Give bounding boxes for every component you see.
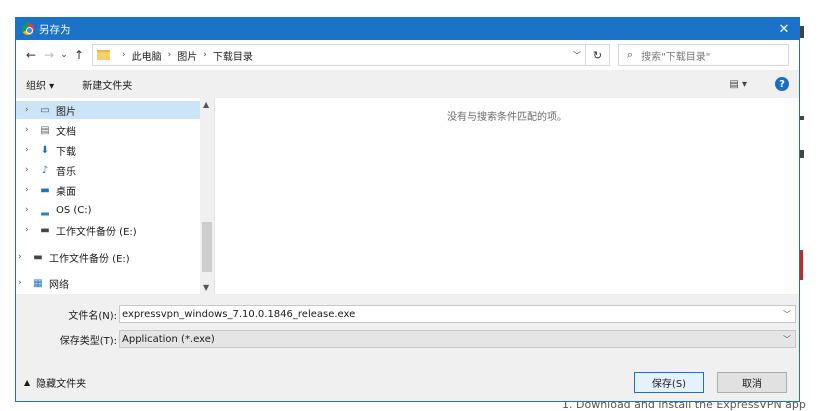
up-arrow-icon[interactable]: ↑	[70, 48, 88, 62]
tree-item-music[interactable]: › ♪ 音乐	[16, 161, 76, 179]
recent-locations-icon[interactable]: ⌄	[58, 50, 70, 60]
drive-icon: ▬	[33, 251, 43, 263]
chevron-down-icon[interactable]: ﹀	[573, 50, 581, 61]
close-button[interactable]: ✕	[769, 18, 799, 40]
chevron-right-icon[interactable]: ›	[25, 225, 35, 235]
empty-message: 没有与搜索条件匹配的项。	[447, 112, 567, 123]
tree-item-drive-e[interactable]: › ▬ 工作文件备份 (E:)	[16, 248, 130, 266]
organize-button[interactable]: 组织 ▾	[26, 77, 54, 92]
view-options-button[interactable]: ▤ ▾	[729, 79, 747, 90]
filename-input[interactable]: expressvpn_windows_7.10.0.1846_release.e…	[119, 305, 796, 323]
scrollbar-thumb[interactable]	[202, 222, 212, 272]
tree-item-network[interactable]: › ▦ 网络	[16, 274, 69, 292]
chevron-right-icon[interactable]: ›	[122, 50, 126, 60]
title-bar[interactable]: 另存为 ✕	[16, 18, 799, 40]
dialog-title: 另存为	[39, 23, 71, 36]
drive-icon: ▂	[41, 204, 49, 216]
forward-arrow-icon[interactable]: →	[40, 48, 58, 62]
tree-item-label: 工作文件备份 (E:)	[56, 226, 137, 238]
tree-scrollbar[interactable]: ▲ ▼	[200, 98, 214, 294]
filename-value: expressvpn_windows_7.10.0.1846_release.e…	[122, 308, 356, 320]
search-icon: ⌕	[627, 48, 634, 61]
tree-item-desktop[interactable]: › ▬ 桌面	[16, 181, 76, 199]
toolbar: 组织 ▾ 新建文件夹 ▤ ▾ ?	[16, 70, 799, 98]
navigation-tree: › ▭ 图片 › ▤ 文档 › ⬇ 下载 › ♪ 音乐 › ▬ 桌面 › ▂ O…	[16, 98, 200, 294]
chrome-icon	[22, 23, 34, 35]
tree-item-downloads[interactable]: › ⬇ 下载	[16, 141, 76, 159]
save-as-dialog: 另存为 ✕ ← → ⌄ ↑ › 此电脑 › 图片 › 下载目录 ﹀ ↻ ⌕ 搜索…	[15, 17, 800, 402]
chevron-right-icon[interactable]: ›	[18, 252, 28, 262]
filetype-row: 保存类型(T): Application (*.exe) ﹀	[16, 328, 799, 350]
pictures-icon: ▭	[40, 104, 50, 116]
chevron-right-icon[interactable]: ›	[25, 185, 35, 195]
drive-icon: ▬	[40, 224, 50, 236]
chevron-right-icon[interactable]: ›	[25, 105, 35, 115]
address-bar[interactable]: › 此电脑 › 图片 › 下载目录 ﹀	[92, 44, 586, 66]
chevron-right-icon[interactable]: ›	[168, 50, 172, 60]
chevron-up-icon: ▲	[24, 377, 31, 387]
folder-icon	[97, 50, 110, 60]
tree-item-label: 网络	[49, 279, 69, 291]
tree-item-label: 下载	[56, 146, 76, 158]
browser-area: › ▭ 图片 › ▤ 文档 › ⬇ 下载 › ♪ 音乐 › ▬ 桌面 › ▂ O…	[16, 98, 799, 294]
chevron-right-icon[interactable]: ›	[25, 205, 35, 215]
cancel-button[interactable]: 取消	[717, 371, 787, 393]
help-icon[interactable]: ?	[775, 77, 789, 91]
filetype-label: 保存类型(T):	[59, 335, 117, 347]
chevron-right-icon[interactable]: ›	[25, 165, 35, 175]
breadcrumb-downloads[interactable]: 下载目录	[213, 48, 253, 63]
network-icon: ▦	[33, 277, 43, 289]
desktop-icon: ▬	[40, 184, 50, 196]
save-button[interactable]: 保存(S)	[634, 371, 704, 393]
chevron-right-icon[interactable]: ›	[18, 278, 28, 288]
tree-item-pictures[interactable]: › ▭ 图片	[16, 101, 200, 119]
filename-row: 文件名(N): expressvpn_windows_7.10.0.1846_r…	[16, 303, 799, 325]
tree-item-label: 文档	[56, 126, 76, 138]
breadcrumb-pictures[interactable]: 图片	[177, 48, 197, 63]
chevron-down-icon[interactable]: ﹀	[783, 309, 791, 320]
search-box[interactable]: ⌕ 搜索"下载目录"	[618, 44, 789, 66]
chevron-right-icon[interactable]: ›	[25, 125, 35, 135]
refresh-button[interactable]: ↻	[586, 44, 610, 66]
dialog-footer: ▲ 隐藏文件夹 保存(S) 取消	[16, 366, 799, 398]
tree-item-drive-c[interactable]: › ▂ OS (C:)	[16, 201, 92, 219]
documents-icon: ▤	[40, 124, 50, 136]
tree-item-label: 桌面	[56, 186, 76, 198]
bg-mark	[800, 26, 804, 38]
scroll-down-icon[interactable]: ▼	[203, 283, 209, 292]
tree-item-documents[interactable]: › ▤ 文档	[16, 121, 76, 139]
chevron-right-icon[interactable]: ›	[203, 50, 207, 60]
file-list[interactable]: 没有与搜索条件匹配的项。	[214, 98, 799, 294]
back-arrow-icon[interactable]: ←	[22, 48, 40, 62]
navigation-bar: ← → ⌄ ↑ › 此电脑 › 图片 › 下载目录 ﹀ ↻ ⌕ 搜索"下载目录"	[16, 40, 799, 70]
tree-item-label: OS (C:)	[56, 204, 92, 216]
tree-item-label: 工作文件备份 (E:)	[49, 253, 130, 265]
hide-folders-label: 隐藏文件夹	[36, 378, 87, 390]
music-icon: ♪	[41, 164, 49, 176]
new-folder-button[interactable]: 新建文件夹	[82, 77, 132, 92]
chevron-down-icon[interactable]: ﹀	[783, 334, 791, 345]
filetype-value: Application (*.exe)	[122, 333, 215, 345]
scroll-up-icon[interactable]: ▲	[203, 100, 209, 109]
chevron-right-icon[interactable]: ›	[25, 145, 35, 155]
filename-label: 文件名(N):	[68, 310, 117, 322]
save-fields: 文件名(N): expressvpn_windows_7.10.0.1846_r…	[16, 294, 799, 350]
tree-item-label: 音乐	[56, 166, 76, 178]
download-icon: ⬇	[40, 144, 50, 156]
breadcrumb-this-pc[interactable]: 此电脑	[132, 48, 162, 63]
filetype-select[interactable]: Application (*.exe) ﹀	[119, 330, 796, 348]
tree-item-drive-e[interactable]: › ▬ 工作文件备份 (E:)	[16, 221, 137, 239]
search-placeholder: 搜索"下载目录"	[641, 51, 711, 63]
bg-mark	[800, 150, 804, 158]
tree-item-label: 图片	[56, 106, 76, 118]
hide-folders-toggle[interactable]: ▲ 隐藏文件夹	[24, 375, 86, 390]
bg-mark	[800, 116, 804, 120]
bg-mark	[800, 250, 803, 280]
